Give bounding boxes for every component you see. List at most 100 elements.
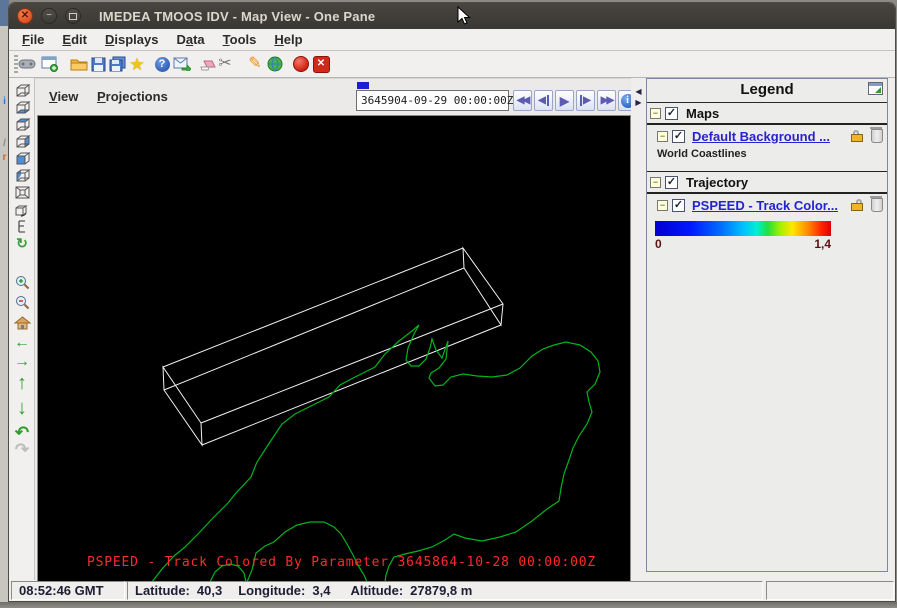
menu-data[interactable]: Data	[167, 32, 213, 47]
longitude-value: 3,4	[312, 583, 330, 598]
group-visibility-checkbox[interactable]: ✓	[665, 176, 678, 189]
position-readout: Latitude: 40,3 Longitude: 3,4 Altitude: …	[127, 581, 763, 600]
rewind-button[interactable]: ◀◀	[513, 90, 532, 111]
time-dropdown[interactable]: 3645904-09-29 00:00:00Z ▼	[356, 90, 509, 111]
maximize-button[interactable]	[65, 8, 81, 24]
splitpane-divider[interactable]: ◀ ▶	[631, 78, 646, 580]
open-bundle-button[interactable]	[69, 54, 89, 74]
maximize-icon	[69, 13, 77, 20]
legend-header: Legend	[647, 79, 887, 103]
favorites-button[interactable]: ★	[127, 54, 147, 74]
latitude-value: 40,3	[197, 583, 222, 598]
stop-loads-button[interactable]	[291, 54, 311, 74]
time-value: 3645904-09-29 00:00:00Z	[357, 94, 513, 107]
arrow-right-icon: →	[14, 354, 30, 370]
colorbar-max-label: 1,4	[814, 237, 831, 251]
trash-icon[interactable]	[871, 129, 883, 143]
zoom-in-button[interactable]	[12, 274, 32, 291]
view-front-cube-button[interactable]	[12, 150, 32, 167]
save-stack-icon	[109, 56, 126, 72]
save-favorite-button[interactable]	[107, 54, 127, 74]
new-view-window-button[interactable]	[40, 54, 60, 74]
undo-icon: ↶	[15, 424, 29, 441]
collapse-item-button[interactable]: −	[657, 200, 668, 211]
content-area: ↻ ← → ↑ ↓ ↶ ↷ View Projections 3645904	[9, 78, 895, 580]
cube-bottom-face-icon	[14, 100, 31, 115]
cube-left-face-icon	[14, 168, 31, 183]
display-control-link[interactable]: Default Background ...	[692, 129, 851, 144]
collapse-group-button[interactable]: −	[650, 108, 661, 119]
pan-right-button[interactable]: →	[12, 353, 32, 370]
collapse-right-button[interactable]: ▶	[634, 97, 643, 107]
play-button[interactable]: ▶	[555, 90, 574, 111]
trash-icon[interactable]	[871, 198, 883, 212]
map-menu-projections[interactable]: Projections	[97, 89, 168, 104]
colorbar-gradient[interactable]	[655, 221, 831, 236]
map-3d-canvas[interactable]: PSPEED - Track Colored By Parameter 3645…	[37, 115, 631, 582]
erase-displays-button[interactable]	[197, 54, 217, 74]
group-visibility-checkbox[interactable]: ✓	[665, 107, 678, 120]
item-visibility-checkbox[interactable]: ✓	[672, 130, 685, 143]
rotate-view-cube-button[interactable]	[12, 201, 32, 218]
display-control-link[interactable]: PSPEED - Track Color...	[692, 198, 851, 213]
rewind-icon: ◀◀	[517, 95, 528, 106]
auto-rotate-button[interactable]: ↻	[12, 235, 32, 250]
pan-left-button[interactable]: ←	[12, 334, 32, 351]
step-forward-button[interactable]: ▶	[576, 90, 595, 111]
vertical-scale-button[interactable]	[12, 219, 32, 233]
star-icon: ★	[129, 56, 144, 73]
cut-remove-button[interactable]: ✂	[215, 54, 235, 74]
float-legend-button[interactable]	[868, 82, 883, 95]
view-bottom-cube-button[interactable]	[12, 99, 32, 116]
menu-help[interactable]: Help	[265, 32, 311, 47]
colorbar[interactable]: 0 1,4	[655, 221, 831, 251]
step-back-button[interactable]: ◀	[534, 90, 553, 111]
window-bottom-edge	[0, 602, 897, 608]
redo-button[interactable]: ↷	[12, 441, 32, 458]
menu-edit[interactable]: Edit	[53, 32, 96, 47]
home-reset-button[interactable]	[12, 314, 32, 331]
undo-button[interactable]: ↶	[12, 424, 32, 441]
menu-file[interactable]: File	[13, 32, 53, 47]
edit-button[interactable]: ✎	[245, 54, 265, 74]
menu-tools[interactable]: Tools	[214, 32, 266, 47]
unlock-icon[interactable]	[851, 199, 865, 211]
support-request-button[interactable]	[172, 54, 192, 74]
legend-group-maps: − ✓ Maps	[647, 103, 887, 125]
pan-down-button[interactable]: ↓	[12, 396, 32, 420]
minimize-button[interactable]: −	[41, 8, 57, 24]
altitude-value: 27879,8 m	[410, 583, 472, 598]
perspective-view-button[interactable]	[12, 184, 32, 201]
pan-up-button[interactable]: ↑	[12, 371, 32, 395]
exit-button[interactable]: ✕	[311, 54, 331, 74]
projections-globe-button[interactable]	[265, 54, 285, 74]
close-button[interactable]: ✕	[17, 8, 33, 24]
fast-forward-button[interactable]: ▶▶	[597, 90, 616, 111]
save-bundle-button[interactable]	[88, 54, 108, 74]
map-menu-view[interactable]: View	[49, 89, 78, 104]
view-north-cube-button[interactable]	[12, 116, 32, 133]
step-back-icon: ◀	[538, 95, 549, 106]
map-view-panel: View Projections 3645904-09-29 00:00:00Z…	[35, 78, 631, 580]
zoom-out-button[interactable]	[12, 294, 32, 311]
legend-item-default-background: − ✓ Default Background ...	[647, 125, 887, 147]
menu-displays[interactable]: Displays	[96, 32, 167, 47]
wireframe-box	[163, 248, 503, 445]
view-east-cube-button[interactable]	[12, 133, 32, 150]
view-top-cube-button[interactable]	[12, 82, 32, 99]
collapse-left-button[interactable]: ◀	[634, 86, 643, 96]
collapse-item-button[interactable]: −	[657, 131, 668, 142]
idv-main-window: ✕ − IMEDEA TMOOS IDV - Map View - One Pa…	[8, 2, 896, 602]
display-annotation: PSPEED - Track Colored By Parameter 3645…	[87, 555, 596, 570]
collapse-group-button[interactable]: −	[650, 177, 661, 188]
arrow-up-icon: ↑	[17, 373, 27, 393]
new-window-icon	[41, 56, 59, 72]
view-west-cube-button[interactable]	[12, 167, 32, 184]
lock-icon[interactable]	[851, 130, 865, 142]
play-icon: ▶	[560, 94, 569, 108]
cube-right-face-icon	[14, 134, 31, 149]
show-dashboard-button[interactable]	[17, 54, 37, 74]
help-button[interactable]: ?	[152, 54, 172, 74]
longitude-label: Longitude:	[238, 583, 305, 598]
item-visibility-checkbox[interactable]: ✓	[672, 199, 685, 212]
